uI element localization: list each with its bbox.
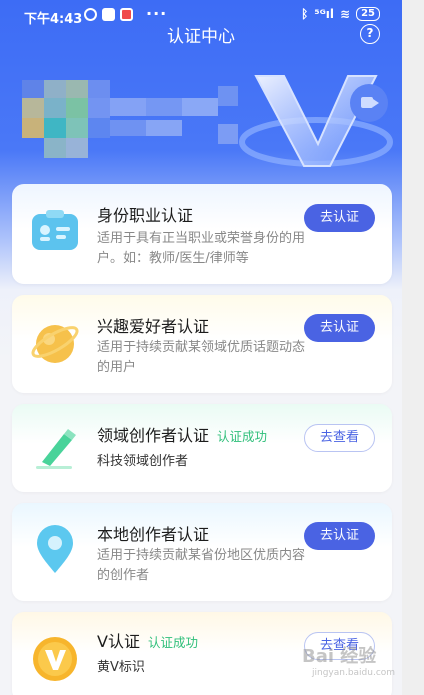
app-screen: 下午4:43 ··· ᛒ ⁵ᴳıl ≋ 25 认证中心 ? 身份职业认证 适用于… bbox=[0, 0, 402, 695]
more-notifications-icon: ··· bbox=[146, 4, 168, 23]
pen-icon bbox=[36, 429, 76, 469]
location-pin-icon bbox=[37, 525, 73, 573]
help-icon[interactable]: ? bbox=[360, 24, 380, 44]
card-domain-creator-certification: 领域创作者认证 认证成功 科技领域创作者 去查看 bbox=[12, 404, 392, 492]
watermark-subtext: jingyan.baidu.com bbox=[312, 668, 396, 678]
go-certify-button[interactable]: 去认证 bbox=[304, 314, 375, 342]
card-description: 适用于具有正当职业或荣誉身份的用户。如：教师/医生/律师等 bbox=[97, 231, 306, 266]
card-description: 适用于持续贡献某领域优质话题动态的用户 bbox=[97, 340, 306, 375]
right-gutter bbox=[402, 0, 424, 695]
card-title: 身份职业认证 bbox=[97, 206, 194, 225]
card-title-row: 领域创作者认证 认证成功 bbox=[97, 422, 267, 446]
card-title: 本地创作者认证 bbox=[97, 525, 210, 544]
card-hobbyist-certification: 兴趣爱好者认证 适用于持续贡献某领域优质话题动态的用户 去认证 bbox=[12, 295, 392, 393]
bluetooth-icon: ᛒ bbox=[301, 7, 309, 21]
page-title: 认证中心 bbox=[167, 27, 235, 47]
status-right: ᛒ ⁵ᴳıl ≋ 25 bbox=[301, 7, 380, 21]
watermark-text: Bai 经验 bbox=[302, 646, 377, 667]
notification-icons bbox=[84, 8, 133, 21]
go-certify-button[interactable]: 去认证 bbox=[304, 522, 375, 550]
card-local-creator-certification: 本地创作者认证 适用于持续贡献某省份地区优质内容的创作者 去认证 bbox=[12, 503, 392, 601]
battery-icon: 25 bbox=[356, 7, 380, 21]
view-button[interactable]: 去查看 bbox=[304, 424, 375, 452]
blurred-user-info bbox=[22, 80, 242, 162]
v-badge-icon bbox=[33, 637, 77, 681]
card-title: V认证 bbox=[97, 632, 140, 651]
card-title: 兴趣爱好者认证 bbox=[97, 317, 210, 336]
status-badge: 认证成功 bbox=[147, 635, 198, 650]
id-card-icon bbox=[32, 210, 78, 250]
app-notification-icon bbox=[102, 8, 115, 21]
wifi-icon: ≋ bbox=[340, 7, 351, 21]
card-subtitle: 黄V标识 bbox=[97, 660, 145, 675]
planet-icon bbox=[31, 325, 79, 363]
go-certify-button[interactable]: 去认证 bbox=[304, 204, 375, 232]
card-title-row: V认证 认证成功 bbox=[97, 628, 198, 652]
card-subtitle: 科技领域创作者 bbox=[97, 454, 189, 469]
status-badge: 认证成功 bbox=[217, 429, 268, 444]
video-camera-icon[interactable] bbox=[350, 84, 388, 122]
card-title: 领域创作者认证 bbox=[97, 426, 210, 445]
card-description: 适用于持续贡献某省份地区优质内容的创作者 bbox=[97, 548, 306, 583]
signal-icon: ⁵ᴳıl bbox=[314, 7, 335, 21]
app-notification-red-icon bbox=[120, 8, 133, 21]
card-identity-certification: 身份职业认证 适用于具有正当职业或荣誉身份的用户。如：教师/医生/律师等 去认证 bbox=[12, 184, 392, 284]
alarm-icon bbox=[84, 8, 97, 21]
